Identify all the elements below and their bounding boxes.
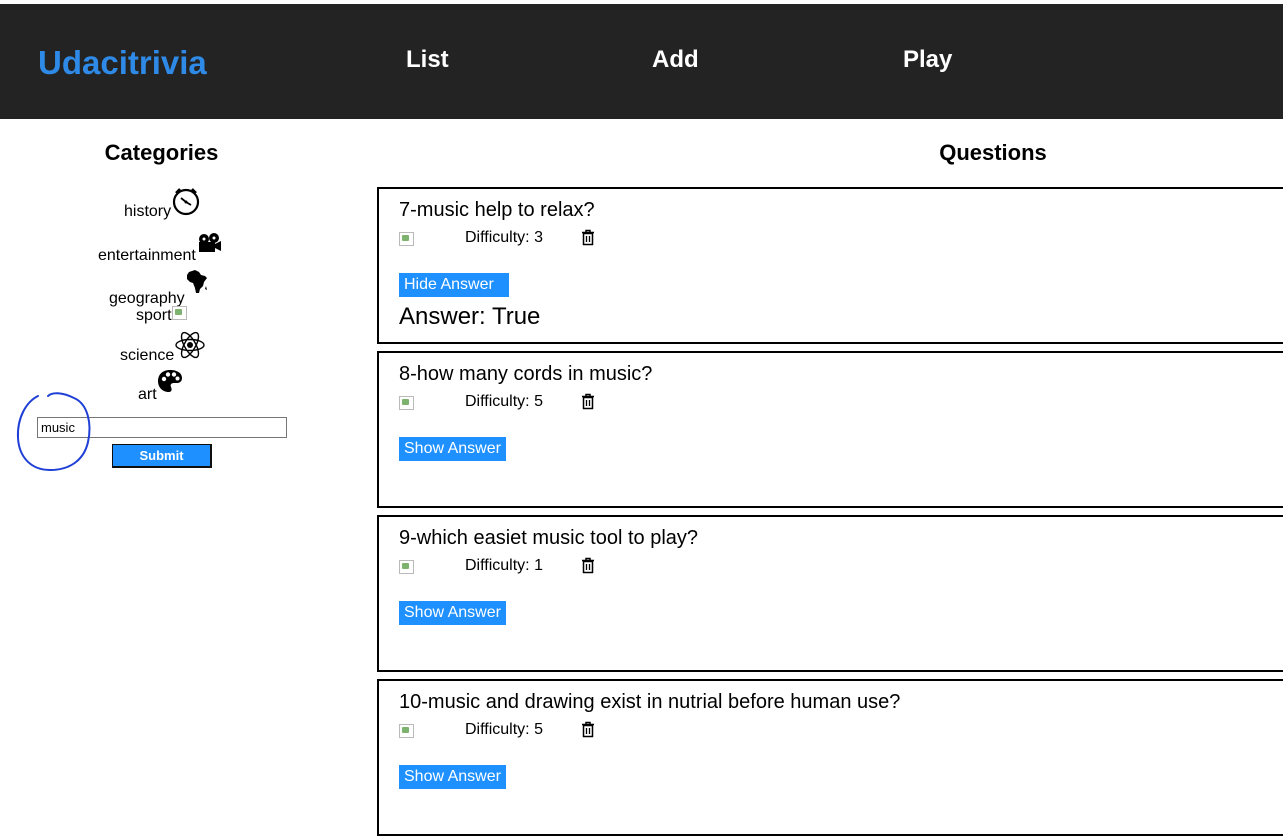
category-geography[interactable]: geography <box>109 269 209 308</box>
trash-icon[interactable] <box>581 721 595 743</box>
difficulty-label: Difficulty: 5 <box>465 721 543 738</box>
category-sport[interactable]: sport <box>136 306 187 325</box>
category-label: geography <box>109 290 185 307</box>
question-text: 7-music help to relax? <box>399 199 595 221</box>
question-meta: Difficulty: 5 <box>399 721 659 743</box>
hide-answer-button[interactable]: Hide Answer <box>399 273 509 297</box>
trash-icon[interactable] <box>581 229 595 251</box>
question-text: 9-which easiet music tool to play? <box>399 527 699 549</box>
submit-button[interactable]: Submit <box>112 444 212 468</box>
category-label: entertainment <box>98 247 196 264</box>
nav-add-link[interactable]: Add <box>652 46 699 74</box>
difficulty-label: Difficulty: 3 <box>465 229 543 246</box>
difficulty-value: 1 <box>534 557 543 574</box>
clock-icon <box>171 186 201 221</box>
category-label: sport <box>136 307 172 324</box>
trash-icon[interactable] <box>581 393 595 415</box>
broken-image-icon <box>399 560 414 574</box>
category-entertainment[interactable]: entertainment <box>98 232 222 265</box>
broken-image-icon <box>399 396 414 410</box>
broken-image-icon <box>171 306 187 320</box>
categories-title: Categories <box>104 140 219 165</box>
question-meta: Difficulty: 5 <box>399 393 659 415</box>
palette-icon <box>157 369 183 398</box>
category-label: art <box>138 386 157 403</box>
question-text: 10-music and drawing exist in nutrial be… <box>399 691 901 713</box>
hand-drawn-circle-annotation <box>16 392 91 472</box>
question-card: 9-which easiet music tool to play? Diffi… <box>377 515 1283 672</box>
show-answer-button[interactable]: Show Answer <box>399 437 506 461</box>
category-label: science <box>120 347 175 364</box>
nav-play-link[interactable]: Play <box>903 46 952 74</box>
nav-list-link[interactable]: List <box>406 46 449 74</box>
category-label: history <box>124 203 172 220</box>
atom-icon <box>174 330 206 365</box>
difficulty-label: Difficulty: 5 <box>465 393 543 410</box>
broken-image-icon <box>399 232 414 246</box>
trash-icon[interactable] <box>581 557 595 579</box>
show-answer-button[interactable]: Show Answer <box>399 765 506 789</box>
question-card: 10-music and drawing exist in nutrial be… <box>377 679 1283 836</box>
difficulty-value: 3 <box>534 229 543 246</box>
difficulty-value: 5 <box>534 721 543 738</box>
top-navbar: Udacitrivia List Add Play <box>0 4 1283 119</box>
answer-text: Answer: True <box>399 303 541 330</box>
question-meta: Difficulty: 1 <box>399 557 659 579</box>
show-answer-button[interactable]: Show Answer <box>399 601 506 625</box>
question-card: 7-music help to relax? Difficulty: 3 Hid… <box>377 187 1283 344</box>
brand-logo[interactable]: Udacitrivia <box>38 44 207 82</box>
question-text: 8-how many cords in music? <box>399 363 653 385</box>
broken-image-icon <box>399 724 414 738</box>
category-science[interactable]: science <box>120 330 206 365</box>
film-projector-icon <box>196 232 222 259</box>
difficulty-value: 5 <box>534 393 543 410</box>
category-history[interactable]: history <box>124 186 201 221</box>
question-card: 8-how many cords in music? Difficulty: 5… <box>377 351 1283 508</box>
africa-map-icon <box>185 269 209 300</box>
difficulty-label: Difficulty: 1 <box>465 557 543 574</box>
category-art[interactable]: art <box>138 369 183 404</box>
questions-title: Questions <box>939 140 1047 165</box>
question-meta: Difficulty: 3 <box>399 229 659 251</box>
